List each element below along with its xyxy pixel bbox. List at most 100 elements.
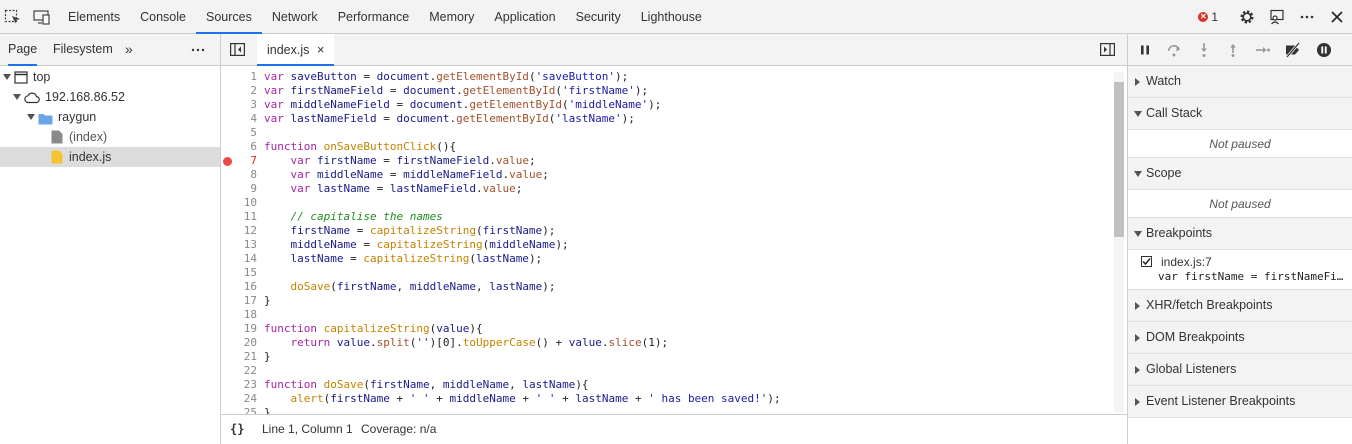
inspect-icon[interactable] xyxy=(4,9,22,25)
tree-item-indexjs[interactable]: index.js xyxy=(0,147,220,167)
code-line[interactable]: 17} xyxy=(221,294,1111,308)
code-editor[interactable]: 1 var saveButton = document.getElementByI… xyxy=(221,66,1127,414)
line-number[interactable]: 14 xyxy=(221,252,257,266)
line-number[interactable]: 17 xyxy=(221,294,257,308)
code-line[interactable]: 7 var firstName = firstNameField.value; xyxy=(221,154,1111,168)
scrollbar-thumb[interactable] xyxy=(1114,82,1124,237)
close-tab-icon[interactable]: × xyxy=(317,42,325,57)
step-out-icon[interactable] xyxy=(1225,42,1241,58)
tree-item-domain[interactable]: 192.168.86.52 xyxy=(0,87,220,107)
tree-item-raygun[interactable]: raygun xyxy=(0,107,220,127)
tab-network[interactable]: Network xyxy=(262,0,328,34)
line-number[interactable]: 21 xyxy=(221,350,257,364)
editor-scrollbar[interactable] xyxy=(1114,72,1124,412)
tab-filesystem[interactable]: Filesystem xyxy=(53,34,113,65)
pause-icon[interactable] xyxy=(1137,42,1153,58)
code-line[interactable]: 23 function doSave(firstName, middleName,… xyxy=(221,378,1111,392)
line-number[interactable]: 3 xyxy=(221,98,257,112)
tab-page[interactable]: Page xyxy=(8,34,38,66)
code-line[interactable]: 20 return value.split('')[0].toUpperCase… xyxy=(221,336,1111,350)
line-number[interactable]: 5 xyxy=(221,126,257,140)
code-line[interactable]: 18 xyxy=(221,308,1111,322)
line-number[interactable]: 18 xyxy=(221,308,257,322)
code-line[interactable]: 16 doSave(firstName, middleName, lastNam… xyxy=(221,280,1111,294)
tab-security[interactable]: Security xyxy=(566,0,631,34)
line-number[interactable]: 2 xyxy=(221,84,257,98)
line-number[interactable]: 19 xyxy=(221,322,257,336)
code-line[interactable]: 2 var firstNameField = document.getElemen… xyxy=(221,84,1111,98)
code-line[interactable]: 14 lastName = capitalizeString(lastName)… xyxy=(221,252,1111,266)
error-counter[interactable]: ✕ 1 xyxy=(1198,10,1218,24)
tab-application[interactable]: Application xyxy=(484,0,565,34)
code-line[interactable]: 5 xyxy=(221,126,1111,140)
line-number[interactable]: 8 xyxy=(221,168,257,182)
more-tabs-icon[interactable]: » xyxy=(125,34,133,65)
code-line[interactable]: 10 xyxy=(221,196,1111,210)
line-number[interactable]: 7 xyxy=(221,154,257,168)
section-dom-breakpoints[interactable]: DOM Breakpoints xyxy=(1128,322,1352,354)
section-watch[interactable]: Watch xyxy=(1128,66,1352,98)
step-over-icon[interactable] xyxy=(1166,42,1182,58)
code-line[interactable]: 24 alert(firstName + ' ' + middleName + … xyxy=(221,392,1111,406)
line-number[interactable]: 12 xyxy=(221,224,257,238)
line-number[interactable]: 10 xyxy=(221,196,257,210)
code-line[interactable]: 8 var middleName = middleNameField.value… xyxy=(221,168,1111,182)
code-line[interactable]: 11 // capitalise the names xyxy=(221,210,1111,224)
tab-console[interactable]: Console xyxy=(130,0,196,34)
tab-lighthouse[interactable]: Lighthouse xyxy=(631,0,712,34)
close-icon[interactable] xyxy=(1322,0,1352,34)
line-number[interactable]: 25 xyxy=(221,406,257,414)
line-number[interactable]: 13 xyxy=(221,238,257,252)
line-number[interactable]: 22 xyxy=(221,364,257,378)
breakpoint-checkbox[interactable] xyxy=(1141,256,1152,267)
section-breakpoints[interactable]: Breakpoints xyxy=(1128,218,1352,250)
line-number[interactable]: 9 xyxy=(221,182,257,196)
line-number[interactable]: 4 xyxy=(221,112,257,126)
breakpoint-item[interactable]: index.js:7 var firstName = firstNameFi… xyxy=(1128,250,1352,290)
line-number[interactable]: 24 xyxy=(221,392,257,406)
section-global-listeners[interactable]: Global Listeners xyxy=(1128,354,1352,386)
code-line[interactable]: 12 firstName = capitalizeString(firstNam… xyxy=(221,224,1111,238)
code-line[interactable]: 3 var middleNameField = document.getEleme… xyxy=(221,98,1111,112)
code-text: firstName = capitalizeString(firstName); xyxy=(290,224,556,237)
deactivate-breakpoints-icon[interactable] xyxy=(1284,42,1300,58)
more-icon[interactable] xyxy=(1292,0,1322,34)
tab-performance[interactable]: Performance xyxy=(328,0,420,34)
toggle-debugger-icon[interactable] xyxy=(1100,43,1116,59)
code-line[interactable]: 9 var lastName = lastNameField.value; xyxy=(221,182,1111,196)
code-line[interactable]: 19 function capitalizeString(value){ xyxy=(221,322,1111,336)
line-number[interactable]: 11 xyxy=(221,210,257,224)
tree-item-index[interactable]: (index) xyxy=(0,127,220,147)
section-xhr-breakpoints[interactable]: XHR/fetch Breakpoints xyxy=(1128,290,1352,322)
step-icon[interactable] xyxy=(1255,42,1271,58)
file-tab-indexjs[interactable]: index.js × xyxy=(257,34,335,66)
step-into-icon[interactable] xyxy=(1196,42,1212,58)
section-event-listener-breakpoints[interactable]: Event Listener Breakpoints xyxy=(1128,386,1352,418)
section-call-stack[interactable]: Call Stack xyxy=(1128,98,1352,130)
line-number[interactable]: 23 xyxy=(221,378,257,392)
device-toggle-icon[interactable] xyxy=(33,9,51,25)
code-line[interactable]: 15 xyxy=(221,266,1111,280)
settings-icon[interactable] xyxy=(1232,0,1262,34)
line-number[interactable]: 20 xyxy=(221,336,257,350)
line-number[interactable]: 1 xyxy=(221,70,257,84)
tab-sources[interactable]: Sources xyxy=(195,0,262,34)
toggle-navigator-icon[interactable] xyxy=(230,43,246,59)
line-number[interactable]: 16 xyxy=(221,280,257,294)
code-line[interactable]: 21} xyxy=(221,350,1111,364)
feedback-icon[interactable] xyxy=(1262,0,1292,34)
tree-item-top[interactable]: top xyxy=(0,67,220,87)
section-scope[interactable]: Scope xyxy=(1128,158,1352,190)
code-line[interactable]: 22 xyxy=(221,364,1111,378)
code-line[interactable]: 13 middleName = capitalizeString(middleN… xyxy=(221,238,1111,252)
code-line[interactable]: 4 var lastNameField = document.getElement… xyxy=(221,112,1111,126)
pause-on-exceptions-icon[interactable] xyxy=(1316,42,1332,58)
pretty-print-icon[interactable]: {} xyxy=(230,415,244,444)
tab-memory[interactable]: Memory xyxy=(419,0,484,34)
code-line[interactable]: 6 function onSaveButtonClick(){ xyxy=(221,140,1111,154)
line-number[interactable]: 15 xyxy=(221,266,257,280)
code-line[interactable]: 25} xyxy=(221,406,1111,414)
code-line[interactable]: 1 var saveButton = document.getElementByI… xyxy=(221,70,1111,84)
tab-elements[interactable]: Elements xyxy=(58,0,130,34)
line-number[interactable]: 6 xyxy=(221,140,257,154)
